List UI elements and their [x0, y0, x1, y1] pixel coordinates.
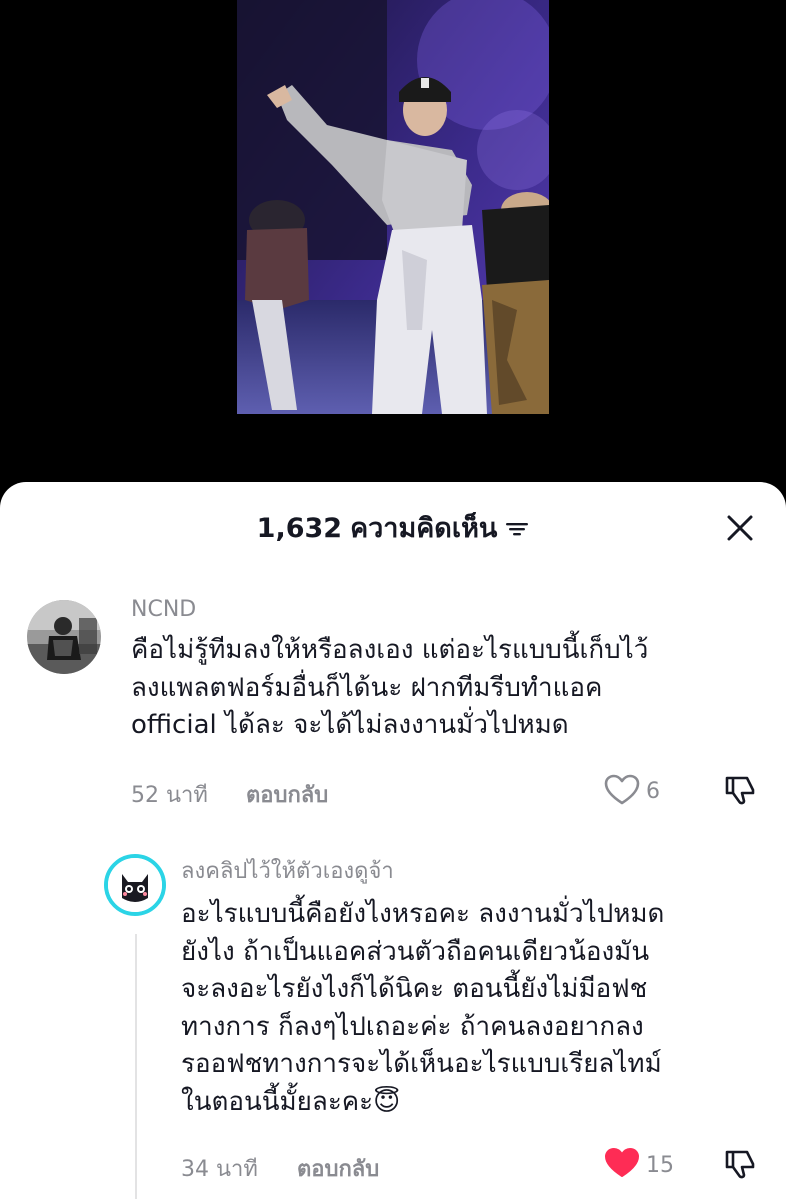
comment-line: official ได้ละ จะได้ไม่ลงงานมั่วไปหมด: [131, 710, 569, 740]
close-icon[interactable]: [724, 512, 756, 544]
thumbs-down-icon[interactable]: [723, 772, 757, 806]
comments-panel: 1,632 ความคิดเห็น NCND คือไม่รู้ทีมลงให้…: [0, 482, 786, 1199]
comment-count: 1,632: [256, 513, 343, 544]
thumbs-down-icon[interactable]: [723, 1146, 757, 1180]
reply-button[interactable]: ตอบกลับ: [246, 782, 328, 810]
comment-body: คือไม่รู้ทีมลงให้หรือลงเอง แต่อะไรแบบนี้…: [131, 632, 648, 745]
like-count: 6: [646, 779, 660, 804]
avatar[interactable]: [104, 854, 166, 916]
comment-body: อะไรแบบนี้คือยังไงหรอคะ ลงงานมั่วไปหมด ย…: [181, 896, 664, 1121]
comment-line: ลงแพลตฟอร์มอื่นก็ได้นะ ฝากทีมรีบทำแอค: [131, 672, 603, 703]
comment-line: ในตอนนี้มั้ยละคะ😇: [181, 1086, 401, 1117]
heart-icon[interactable]: [604, 1147, 640, 1179]
video-frame: [237, 0, 549, 414]
filter-icon[interactable]: [505, 519, 529, 539]
video-player[interactable]: [0, 0, 786, 500]
comment-username[interactable]: ลงคลิปไว้ให้ตัวเองดูจ้า: [181, 858, 394, 886]
heart-icon[interactable]: [604, 774, 640, 806]
comment-line: คือไม่รู้ทีมลงให้หรือลงเอง แต่อะไรแบบนี้…: [131, 635, 649, 665]
avatar[interactable]: [27, 600, 101, 674]
reply-button[interactable]: ตอบกลับ: [297, 1156, 379, 1184]
comment-line: ทางการ ก็ลงๆไปเถอะค่ะ ถ้าคนลงอยากลง: [181, 1011, 644, 1042]
comment-line: อะไรแบบนี้คือยังไงหรอคะ ลงงานมั่วไปหมด: [181, 899, 665, 929]
comment-username[interactable]: NCND: [131, 596, 196, 624]
comment-line: รออฟชทางการจะได้เห็นอะไรแบบเรียลไทม์: [181, 1049, 662, 1079]
comment-label: ความคิดเห็น: [350, 513, 498, 544]
thread-line: [135, 934, 137, 1199]
comments-header: 1,632 ความคิดเห็น: [0, 482, 786, 574]
comment-time: 52 นาที: [131, 783, 208, 808]
like-count: 15: [646, 1153, 674, 1178]
comments-title: 1,632 ความคิดเห็น: [0, 512, 786, 546]
comment-line: ยังไง ถ้าเป็นแอคส่วนตัวถือคนเดียวน้องมัน: [181, 936, 650, 967]
comment-time: 34 นาที: [181, 1157, 258, 1182]
comment-line: จะลงอะไรยังไงก็ได้นิคะ ตอนนี้ยังไม่มีอฟช: [181, 974, 648, 1004]
